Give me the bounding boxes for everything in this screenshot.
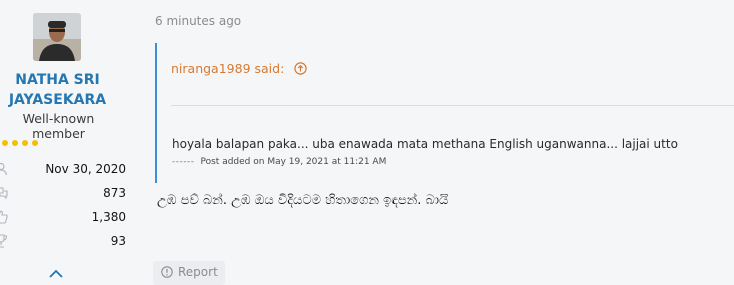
quote-block: niranga1989 said: hoyala balapan paka...… <box>155 43 734 183</box>
stat-value: 873 <box>103 186 126 200</box>
stat-reactions: 1,380 <box>0 208 126 228</box>
stat-messages: 873 <box>0 184 126 204</box>
chevron-up-icon[interactable] <box>48 268 64 280</box>
quote-header[interactable]: niranga1989 said: <box>171 61 307 76</box>
avatar[interactable] <box>33 13 81 61</box>
star-icon <box>32 140 38 146</box>
stat-value: 1,380 <box>91 210 126 224</box>
username-line1[interactable]: NATHA SRI <box>0 70 115 90</box>
quote-divider <box>171 105 734 106</box>
quote-text: hoyala balapan paka... uba enawada mata … <box>172 137 678 151</box>
username-line2[interactable]: JAYASEKARA <box>0 90 115 110</box>
user-title: Well-known member <box>22 111 95 141</box>
quote-meta-dashes: ------ <box>172 157 195 167</box>
report-icon <box>161 266 173 278</box>
quote-meta-text: Post added on May 19, 2021 at 11:21 AM <box>200 157 387 167</box>
stat-value: 93 <box>110 234 126 248</box>
report-label[interactable]: Report <box>178 265 218 279</box>
messages-icon <box>0 187 8 200</box>
arrow-up-circle-icon[interactable] <box>294 62 307 75</box>
stat-points: 93 <box>0 232 126 252</box>
star-icon <box>2 140 8 146</box>
report-button[interactable]: Report <box>153 261 225 285</box>
message-body: උඹ පව් බන්. උඹ ඔය විදියටම හිතාගෙන ඉඳපන්.… <box>157 193 449 208</box>
stat-joined: Nov 30, 2020 <box>0 160 126 180</box>
thumbs-up-icon <box>0 210 8 224</box>
star-icon <box>22 140 28 146</box>
avatar-image <box>33 13 81 61</box>
quote-author[interactable]: niranga1989 said: <box>171 61 284 76</box>
trophy-icon <box>0 234 8 248</box>
stat-value: Nov 30, 2020 <box>45 162 126 176</box>
message-user-sidebar: NATHA SRI JAYASEKARA Well-known member N… <box>0 0 140 281</box>
quote-meta: ------ Post added on May 19, 2021 at 11:2… <box>172 157 386 167</box>
username[interactable]: NATHA SRI JAYASEKARA <box>0 70 115 110</box>
user-icon <box>0 162 8 176</box>
star-icon <box>12 140 18 146</box>
post-time[interactable]: 6 minutes ago <box>155 14 241 28</box>
